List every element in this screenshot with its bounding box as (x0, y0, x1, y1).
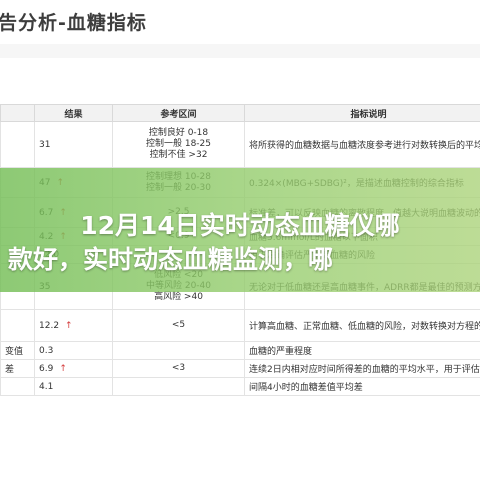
result-cell: 31 (34, 121, 113, 168)
column-header-reference: 参考区间 (112, 104, 245, 122)
result-value: 4.1 (39, 381, 54, 392)
reference-line: 控制不佳 >32 (149, 150, 208, 160)
result-cell: 4.1 (34, 377, 113, 396)
banner-headline-line-1: 12月14日实时动态血糖仪哪 (80, 211, 400, 240)
reference-cell (112, 341, 245, 360)
high-flag-icon: ↑ (59, 363, 67, 374)
description-cell: 间隔4小时的血糖差值平均差 (244, 377, 480, 396)
table-row: 31 控制良好 0-18 控制一般 18-25 控制不佳 >32 将所获得的血糖数据与血… (0, 121, 480, 168)
table-row: 差 6.9 ↑ <3 连续2日内相对应时间所得差的血糖的平均水平，用于评估血糖 (0, 359, 480, 378)
table-row: 变值 0.3 血糖的严重程度 (0, 341, 480, 360)
table-row: 4.1 间隔4小时的血糖差值平均差 (0, 377, 480, 396)
row-label: 差 (0, 359, 35, 378)
high-flag-icon: ↑ (65, 320, 73, 331)
result-cell: 12.2 ↑ (34, 309, 113, 342)
result-value: 31 (39, 139, 51, 150)
column-header-description: 指标说明 (244, 104, 480, 122)
page-title: 告分析-血糖指标 (0, 12, 147, 34)
reference-line: 控制良好 0-18 (148, 128, 209, 138)
banner-headline-line-2: 款好，实时动态血糖监测，哪 (8, 245, 334, 274)
reference-cell (112, 377, 245, 396)
reference-cell: <5 (112, 309, 245, 342)
description-cell: 将所获得的血糖数据与血糖浓度参考进行对数转换后的平均值，用于评估血糖 (244, 121, 480, 168)
row-label: 变值 (0, 341, 35, 360)
row-label (0, 377, 35, 396)
reference-line: 高风险 >40 (154, 292, 203, 302)
table-header-row: 结果 参考区间 指标说明 (0, 104, 480, 122)
description-cell: 计算高血糖、正常血糖、低血糖的风险，对数转换对方程的权重，如果血糖离正常范围越远… (244, 309, 480, 342)
table-row: 12.2 ↑ <5 计算高血糖、正常血糖、低血糖的风险，对数转换对方程的权重，如果血糖… (0, 309, 480, 342)
result-value: 0.3 (39, 345, 54, 356)
row-label (0, 121, 35, 168)
description-cell: 血糖的严重程度 (244, 341, 480, 360)
result-value: 12.2 (39, 320, 60, 331)
result-cell: 6.9 ↑ (34, 359, 113, 378)
result-value: 6.9 (39, 363, 54, 374)
column-header-result: 结果 (34, 104, 113, 122)
row-label (0, 309, 35, 342)
column-header-label (0, 104, 35, 122)
description-cell: 连续2日内相对应时间所得差的血糖的平均水平，用于评估血糖 (244, 359, 480, 378)
reference-line: 控制一般 18-25 (145, 139, 211, 149)
reference-cell: <3 (112, 359, 245, 378)
reference-line: <3 (171, 363, 186, 373)
reference-line: <5 (171, 320, 186, 330)
reference-cell: 控制良好 0-18 控制一般 18-25 控制不佳 >32 (112, 121, 245, 168)
title-bar: 告分析-血糖指标 (0, 0, 480, 40)
result-cell: 0.3 (34, 341, 113, 360)
